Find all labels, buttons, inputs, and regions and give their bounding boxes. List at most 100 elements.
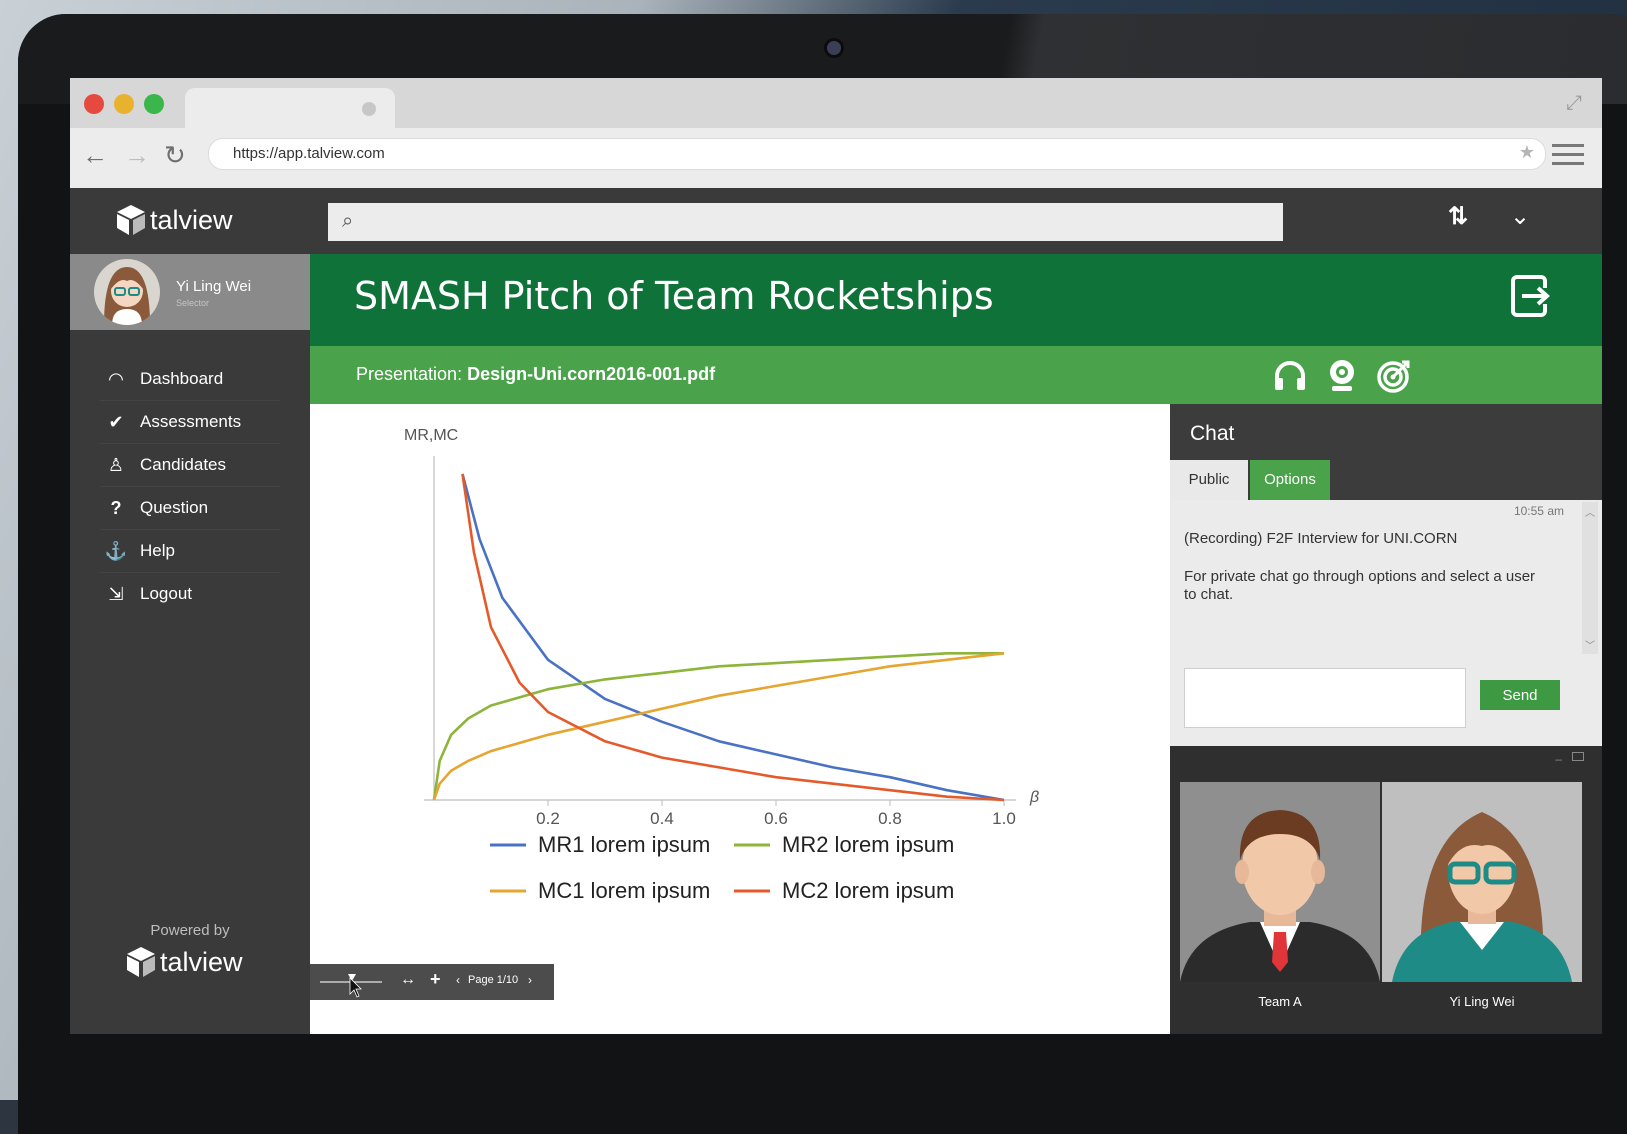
series-line <box>461 473 1005 802</box>
legend-label: MC1 lorem ipsum <box>538 878 710 903</box>
chat-message: (Recording) F2F Interview for UNI.CORN <box>1184 530 1458 547</box>
scroll-up-icon[interactable]: ︿ <box>1585 504 1595 519</box>
chat-compose: Send <box>1170 658 1602 746</box>
sidebar-item-question[interactable]: ? Question <box>100 487 280 530</box>
series-line <box>432 652 1005 801</box>
avatar <box>94 259 160 325</box>
minimize-icon[interactable]: – <box>1555 752 1562 766</box>
legend-label: MR2 lorem ipsum <box>782 832 954 857</box>
x-tick-label: 0.6 <box>764 809 788 828</box>
presentation-file: Design-Uni.corn2016-001.pdf <box>467 364 716 384</box>
page-indicator: Page 1/10 <box>468 974 519 986</box>
zoom-in-icon[interactable]: + <box>430 969 441 990</box>
sidebar-item-label: Help <box>140 541 175 560</box>
anchor-icon: ⚓ <box>104 540 128 561</box>
sidebar-item-label: Question <box>140 498 209 517</box>
chat-panel: Chat Public Options 10:55 am (Recording)… <box>1170 404 1602 1034</box>
avatar <box>1180 810 1380 982</box>
target-icon[interactable] <box>1376 358 1412 394</box>
forward-icon[interactable]: → <box>124 140 150 171</box>
scroll-down-icon[interactable]: ﹀ <box>1585 637 1595 652</box>
chat-message: For private chat go through options and … <box>1184 568 1536 603</box>
prev-page-icon[interactable]: ‹ <box>456 973 460 987</box>
sidebar-item-candidates[interactable]: ♙ Candidates <box>100 444 280 487</box>
footer-logo-text: talview <box>160 946 243 977</box>
reload-icon[interactable]: ↻ <box>164 140 186 171</box>
x-tick-label: 0.2 <box>536 809 560 828</box>
talview-cube-icon <box>127 947 155 977</box>
sidebar: Yi Ling Wei Selector ◠ Dashboard ✔ Asses… <box>70 254 310 1034</box>
sidebar-item-logout[interactable]: ⇲ Logout <box>100 573 280 615</box>
user-role: Selector <box>176 298 210 308</box>
logo-text: talview <box>150 204 233 235</box>
y-axis-label: MR,MC <box>404 427 458 444</box>
x-tick-label: 0.8 <box>878 809 902 828</box>
legend-label: MR1 lorem ipsum <box>538 832 710 857</box>
webcam <box>827 41 841 55</box>
check-icon: ✔ <box>108 411 124 432</box>
logout-icon: ⇲ <box>108 583 124 604</box>
close-window-button[interactable] <box>84 94 104 114</box>
browser-menu-icon[interactable] <box>1552 144 1584 171</box>
chart: MR,MC β 0.2 0.4 0.6 0.8 1.0 MR1 lorem ipsum MR2 … <box>404 427 1039 903</box>
sidebar-item-label: Assessments <box>140 412 242 431</box>
presentation-label: Presentation: <box>356 364 463 384</box>
sidebar-item-label: Candidates <box>140 455 227 474</box>
document-viewer: MR,MC β 0.2 0.4 0.6 0.8 1.0 MR1 lorem ipsum MR2 … <box>310 404 1170 1034</box>
webcam-icon[interactable] <box>1324 358 1360 394</box>
maximize-icon[interactable] <box>1572 752 1584 761</box>
exit-session-icon[interactable] <box>1510 274 1554 318</box>
send-button[interactable]: Send <box>1480 680 1560 710</box>
next-page-icon[interactable]: › <box>528 973 532 987</box>
question-icon: ? <box>110 497 122 518</box>
cursor-icon <box>349 977 362 998</box>
video-tile-team-a[interactable] <box>1180 782 1380 982</box>
maximize-window-button[interactable] <box>144 94 164 114</box>
tab-close-icon[interactable] <box>362 102 376 116</box>
sidebar-item-assessments[interactable]: ✔ Assessments <box>100 401 280 444</box>
headphones-icon[interactable] <box>1272 358 1308 394</box>
tab-options[interactable]: Options <box>1250 460 1330 500</box>
series-line <box>432 652 1004 801</box>
chat-title: Chat <box>1190 422 1235 445</box>
app-topbar: talview ⌕ ⇅ ⌄ <box>70 188 1602 254</box>
chat-input[interactable] <box>1184 668 1466 728</box>
powered-by-text: Powered by <box>150 922 230 939</box>
users-icon: ♙ <box>107 454 125 475</box>
address-bar[interactable]: https://app.talview.com ★ <box>208 138 1546 170</box>
search-bar[interactable]: ⌕ <box>328 203 1283 241</box>
tab-strip: ⤢ <box>70 78 1602 128</box>
legend-label: MC2 lorem ipsum <box>782 878 954 903</box>
sidebar-item-label: Dashboard <box>140 369 224 388</box>
nav-list: ◠ Dashboard ✔ Assessments ♙ Candidates ?… <box>100 358 280 615</box>
video-tile-yi-ling-wei[interactable] <box>1382 782 1582 982</box>
sidebar-item-help[interactable]: ⚓ Help <box>100 530 280 573</box>
user-name: Yi Ling Wei <box>176 278 252 295</box>
x-axis-label: β <box>1029 789 1039 806</box>
tab-public[interactable]: Public <box>1170 460 1248 500</box>
fit-width-icon[interactable]: ↔ <box>400 971 416 989</box>
back-icon[interactable]: ← <box>82 140 108 171</box>
gauge-icon: ◠ <box>108 368 124 389</box>
series-line <box>461 473 1005 802</box>
fullscreen-icon[interactable]: ⤢ <box>1566 92 1582 115</box>
bookmark-star-icon[interactable]: ★ <box>1519 142 1535 163</box>
presentation-info: Presentation: Design-Uni.corn2016-001.pd… <box>356 364 715 385</box>
sidebar-item-dashboard[interactable]: ◠ Dashboard <box>100 358 280 401</box>
url-text: https://app.talview.com <box>233 145 385 162</box>
footer-logo: talview <box>126 946 243 978</box>
chat-messages: 10:55 am (Recording) F2F Interview for U… <box>1170 500 1602 658</box>
minimize-window-button[interactable] <box>114 94 134 114</box>
browser-chrome: ⤢ ← → ↻ https://app.talview.com ★ <box>70 78 1602 188</box>
participant-name: Yi Ling Wei <box>1449 994 1515 1009</box>
chevron-down-icon[interactable]: ⌄ <box>1510 202 1530 231</box>
user-card[interactable]: Yi Ling Wei Selector <box>70 254 310 330</box>
talview-logo[interactable]: talview <box>116 204 233 236</box>
sort-icon[interactable]: ⇅ <box>1448 202 1468 231</box>
browser-window: ⤢ ← → ↻ https://app.talview.com ★ talvie… <box>70 78 1602 1034</box>
avatar <box>1392 812 1572 982</box>
video-panel: – Team A Yi Ling Wei <box>1170 746 1602 1034</box>
main-panel: SMASH Pitch of Team Rocketships Presenta… <box>310 254 1602 1034</box>
page-title: SMASH Pitch of Team Rocketships <box>354 274 994 318</box>
chat-scrollbar[interactable]: ︿ ﹀ <box>1582 502 1598 654</box>
